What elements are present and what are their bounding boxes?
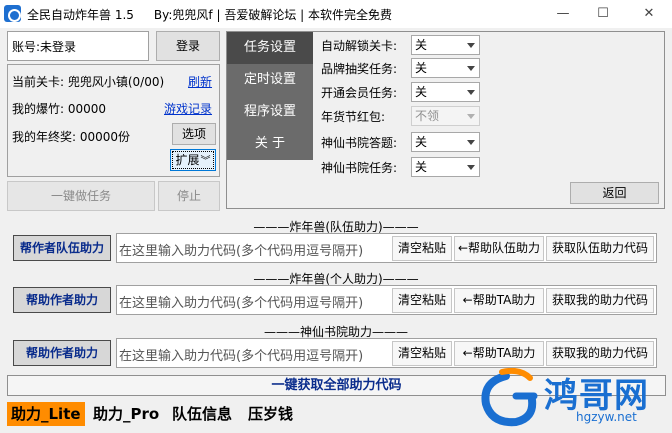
chevron-down-icon bbox=[467, 114, 475, 119]
auto-unlock-value: 关 bbox=[415, 38, 428, 52]
title-bar: 全民自动炸年兽 1.5 By:兜兜风f | 吾爱破解论坛 | 本软件完全免费 — … bbox=[0, 0, 672, 28]
current-level: 当前关卡: 兜兜风小镇(0/00) bbox=[12, 75, 165, 89]
academy-quiz-label: 神仙书院答题: bbox=[321, 136, 398, 150]
tab-about[interactable]: 关 于 bbox=[227, 128, 313, 160]
personal-help-row: 帮助作者助力 在这里输入助力代码(多个代码用逗号隔开) 清空粘贴 ←帮助TA助力… bbox=[7, 284, 657, 316]
expand-button[interactable]: 扩展︾ bbox=[170, 149, 216, 171]
tab-help-lite[interactable]: 助力_Lite bbox=[7, 402, 85, 426]
brand-lottery-label: 品牌抽奖任务: bbox=[321, 62, 398, 76]
personal-help-input[interactable]: 在这里输入助力代码(多个代码用逗号隔开) bbox=[119, 292, 363, 311]
chevron-down-icon bbox=[467, 90, 475, 95]
one-click-task-button[interactable]: 一键做任务 bbox=[7, 181, 155, 211]
settings-sidebar: 任务设置 定时设置 程序设置 关 于 bbox=[227, 32, 313, 160]
stats-box: 当前关卡: 兜兜风小镇(0/00) 刷新 我的爆竹: 00000 游戏记录 我的… bbox=[7, 64, 220, 177]
personal-clear-paste-button[interactable]: 清空粘贴 bbox=[392, 288, 452, 313]
brand-lottery-select[interactable]: 关 bbox=[411, 58, 480, 78]
tab-program-settings[interactable]: 程序设置 bbox=[227, 96, 313, 128]
app-title: 全民自动炸年兽 1.5 bbox=[27, 8, 134, 22]
red-packet-value: 不领 bbox=[415, 109, 440, 123]
personal-help-action-button[interactable]: ←帮助TA助力 bbox=[454, 288, 544, 313]
watermark-url: hgzyw.net bbox=[576, 410, 637, 424]
account-field: 账号:未登录 bbox=[7, 31, 149, 61]
get-academy-code-button[interactable]: 获取我的助力代码 bbox=[546, 341, 654, 366]
team-help-input[interactable]: 在这里输入助力代码(多个代码用逗号隔开) bbox=[119, 240, 363, 259]
close-button[interactable]: ✕ bbox=[634, 4, 664, 24]
help-author-academy-button[interactable]: 帮助作者助力 bbox=[13, 340, 111, 366]
author-label: By:兜兜风f bbox=[153, 8, 213, 22]
window-title: 全民自动炸年兽 1.5 By:兜兜风f | 吾爱破解论坛 | 本软件完全免费 bbox=[27, 8, 393, 22]
academy-task-value: 关 bbox=[415, 160, 428, 174]
academy-quiz-value: 关 bbox=[415, 135, 428, 149]
membership-task-value: 关 bbox=[415, 85, 428, 99]
app-icon bbox=[4, 5, 21, 22]
brand-lottery-value: 关 bbox=[415, 61, 428, 75]
help-author-personal-button[interactable]: 帮助作者助力 bbox=[13, 287, 111, 313]
team-help-field: 在这里输入助力代码(多个代码用逗号隔开) 清空粘贴 ←帮助队伍助力 获取队伍助力… bbox=[116, 233, 657, 263]
tab-help-pro[interactable]: 助力_Pro bbox=[93, 402, 159, 426]
options-button[interactable]: 选项 bbox=[172, 123, 216, 145]
academy-help-row: 帮助作者助力 在这里输入助力代码(多个代码用逗号隔开) 清空粘贴 ←帮助TA助力… bbox=[7, 337, 657, 369]
help-author-team-button[interactable]: 帮作者队伍助力 bbox=[13, 235, 111, 261]
academy-quiz-select[interactable]: 关 bbox=[411, 132, 480, 152]
team-help-action-button[interactable]: ←帮助队伍助力 bbox=[454, 236, 544, 261]
red-packet-label: 年货节红包: bbox=[321, 110, 386, 124]
back-button[interactable]: 返回 bbox=[570, 182, 659, 204]
membership-task-label: 开通会员任务: bbox=[321, 86, 398, 100]
auto-unlock-select[interactable]: 关 bbox=[411, 35, 480, 55]
team-help-row: 帮作者队伍助力 在这里输入助力代码(多个代码用逗号隔开) 清空粘贴 ←帮助队伍助… bbox=[7, 232, 657, 264]
auto-unlock-label: 自动解锁关卡: bbox=[321, 39, 398, 53]
game-log-link[interactable]: 游戏记录 bbox=[164, 100, 212, 117]
academy-task-select[interactable]: 关 bbox=[411, 157, 480, 177]
academy-help-field: 在这里输入助力代码(多个代码用逗号隔开) 清空粘贴 ←帮助TA助力 获取我的助力… bbox=[116, 338, 657, 368]
refresh-link[interactable]: 刷新 bbox=[188, 73, 212, 90]
tab-task-settings[interactable]: 任务设置 bbox=[227, 32, 313, 64]
settings-panel: 任务设置 定时设置 程序设置 关 于 自动解锁关卡: 关 品牌抽奖任务: 关 开… bbox=[226, 31, 665, 209]
chevron-down-icon bbox=[467, 43, 475, 48]
personal-help-field: 在这里输入助力代码(多个代码用逗号隔开) 清空粘贴 ←帮助TA助力 获取我的助力… bbox=[116, 285, 657, 315]
free-notice: 本软件完全免费 bbox=[308, 8, 393, 22]
academy-task-label: 神仙书院任务: bbox=[321, 161, 398, 175]
get-personal-code-button[interactable]: 获取我的助力代码 bbox=[546, 288, 654, 313]
academy-help-input[interactable]: 在这里输入助力代码(多个代码用逗号隔开) bbox=[119, 345, 363, 364]
forum-label: 吾爱破解论坛 bbox=[224, 8, 297, 22]
double-chevron-down-icon: ︾ bbox=[200, 156, 211, 167]
watermark-logo: 鸿哥网 hgzyw.net bbox=[476, 367, 672, 433]
tab-team-info[interactable]: 队伍信息 bbox=[172, 402, 232, 426]
academy-help-action-button[interactable]: ←帮助TA助力 bbox=[454, 341, 544, 366]
tab-timer-settings[interactable]: 定时设置 bbox=[227, 64, 313, 96]
chevron-down-icon bbox=[467, 66, 475, 71]
chevron-down-icon bbox=[467, 140, 475, 145]
minimize-button[interactable]: — bbox=[548, 4, 578, 24]
chevron-down-icon bbox=[467, 165, 475, 170]
membership-task-select[interactable]: 关 bbox=[411, 82, 480, 102]
red-packet-select: 不领 bbox=[411, 106, 480, 126]
year-end-bonus: 我的年终奖: 00000份 bbox=[12, 130, 131, 144]
expand-label: 扩展 bbox=[175, 153, 200, 167]
firecracker-count: 我的爆竹: 00000 bbox=[12, 102, 107, 116]
team-clear-paste-button[interactable]: 清空粘贴 bbox=[392, 236, 452, 261]
academy-clear-paste-button[interactable]: 清空粘贴 bbox=[392, 341, 452, 366]
stop-button[interactable]: 停止 bbox=[158, 181, 220, 211]
tab-lucky-money[interactable]: 压岁钱 bbox=[248, 402, 293, 426]
login-button[interactable]: 登录 bbox=[156, 31, 220, 61]
maximize-button[interactable]: ☐ bbox=[588, 4, 618, 24]
get-team-code-button[interactable]: 获取队伍助力代码 bbox=[546, 236, 654, 261]
